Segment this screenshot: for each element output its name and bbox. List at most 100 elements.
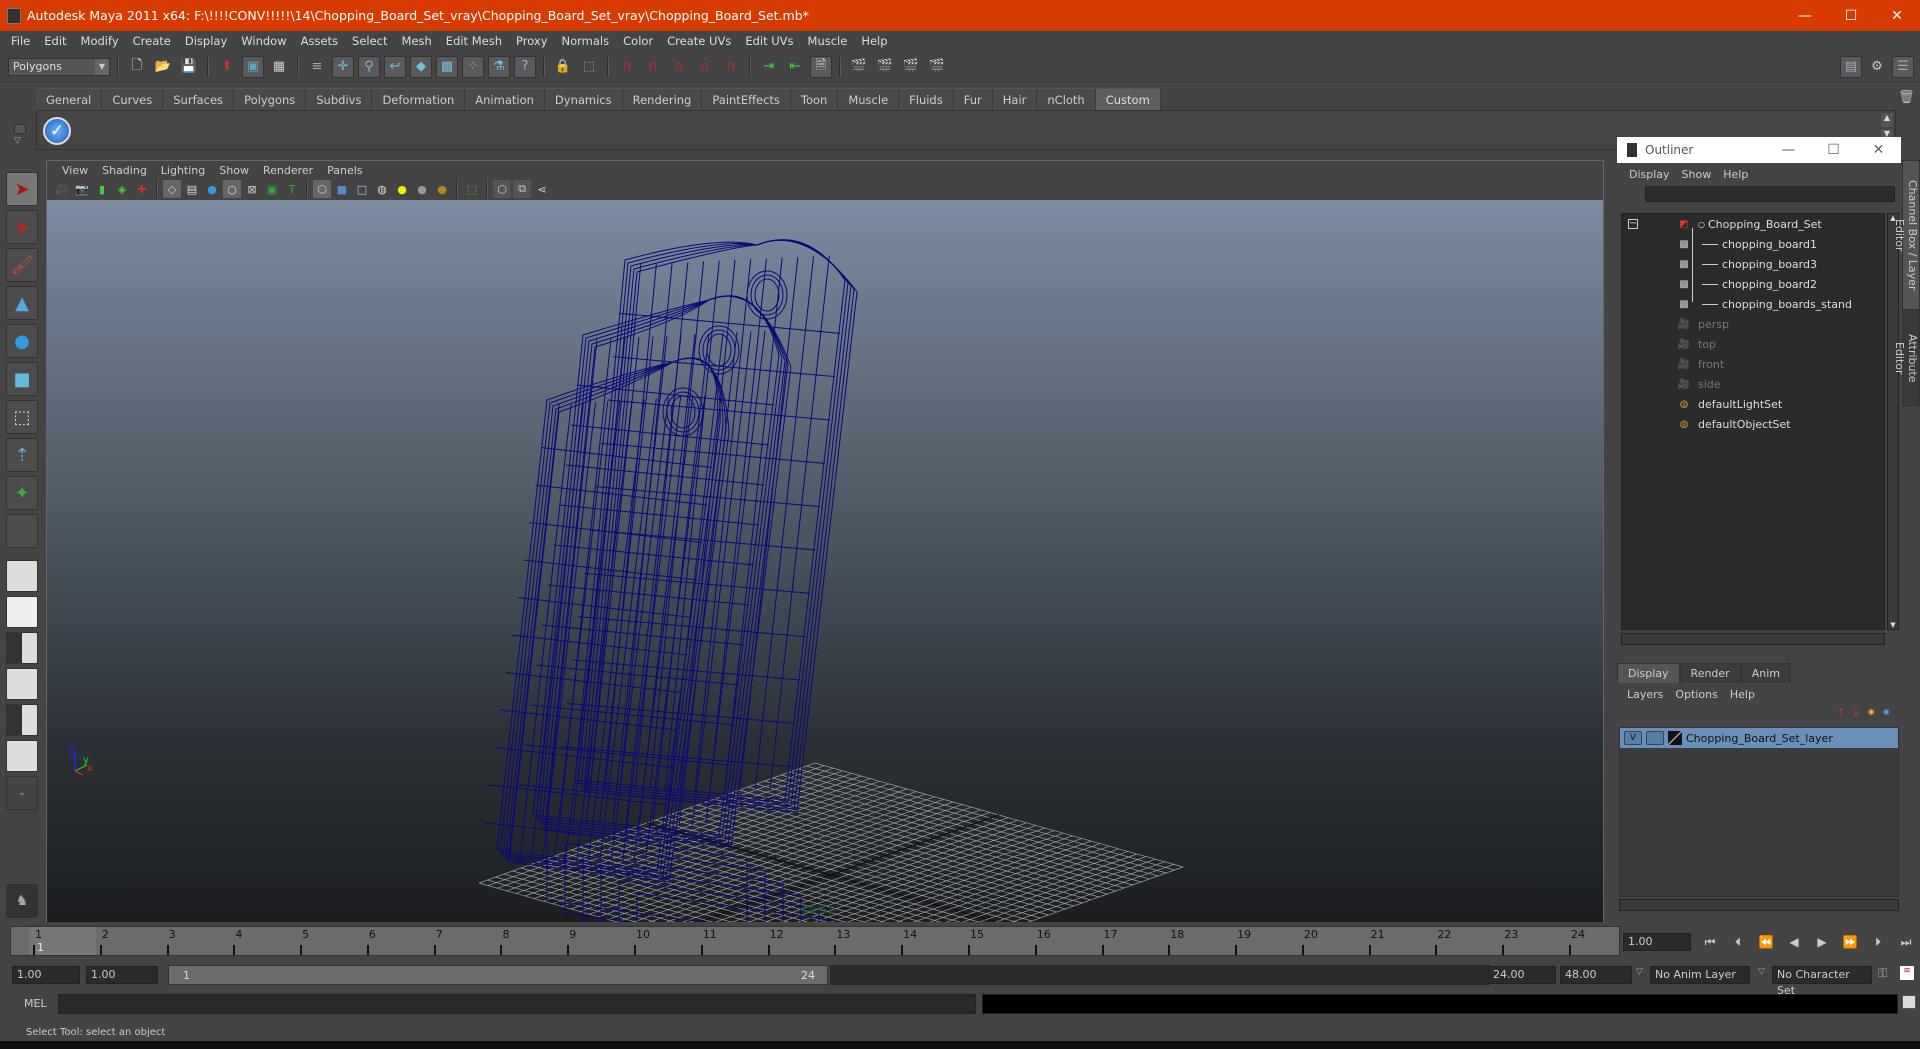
shelf-tab-fur[interactable]: Fur [953, 88, 993, 110]
minimize-button[interactable]: — [1782, 0, 1828, 31]
panel-menu-show[interactable]: Show [212, 164, 256, 177]
menu-file[interactable]: File [4, 34, 37, 48]
snap-poly-icon[interactable]: ⁘ [462, 55, 484, 78]
bookmark-icon[interactable]: ▮ [93, 180, 111, 198]
shelf-tab-rendering[interactable]: Rendering [622, 88, 703, 110]
hypershade-persp-layout-icon[interactable] [6, 704, 38, 736]
outliner-menu-help[interactable]: Help [1717, 168, 1754, 181]
play-backward-icon[interactable]: ◀ [1784, 935, 1804, 949]
layer-horizontal-scrollbar[interactable] [1619, 899, 1899, 911]
outliner-item[interactable]: 🎥 side [1622, 374, 1884, 394]
wireframe-on-shaded-icon[interactable]: □ [353, 180, 371, 198]
script-editor-icon[interactable] [1902, 995, 1916, 1009]
menu-help[interactable]: Help [854, 34, 894, 48]
step-forward-key-icon[interactable]: ⏵ [1868, 935, 1888, 950]
share-icon[interactable]: ⋖ [533, 180, 551, 198]
maximize-button[interactable]: ☐ [1828, 0, 1874, 31]
start-time-field[interactable]: 1.00 [12, 966, 80, 984]
step-back-frame-icon[interactable]: ⏪ [1756, 935, 1776, 949]
snap-point-icon[interactable]: ↩ [384, 55, 406, 78]
select-tool-icon[interactable]: ➤ [6, 172, 38, 206]
grid-toggle-icon[interactable]: ◇ [163, 180, 181, 198]
lasso-tool-icon[interactable]: ➤ [6, 210, 38, 244]
last-tool-slot[interactable] [6, 514, 38, 548]
outliner-item[interactable]: ▩ chopping_board2 [1622, 274, 1884, 294]
shelf-tab-custom[interactable]: Custom [1095, 88, 1161, 110]
attribute-editor-toggle-icon[interactable]: ▤ [1840, 55, 1862, 78]
shelf-tab-polygons[interactable]: Polygons [234, 88, 307, 110]
panel-menu-shading[interactable]: Shading [95, 164, 154, 177]
input-ops-icon[interactable]: ⇥ [758, 56, 780, 78]
time-slider[interactable]: 1 2 3 4 5 6 7 8 9 10 11 12 13 14 15 16 17 18 19 20 21 22 23 24 1 [10, 926, 1620, 956]
auto-key-icon[interactable]: ⚿ [1878, 966, 1887, 981]
command-input[interactable] [58, 994, 976, 1014]
shelf-menu-button[interactable] [14, 124, 26, 134]
new-empty-layer-icon[interactable]: ✷ [1867, 706, 1876, 723]
scale-tool-icon[interactable]: ■ [6, 362, 38, 396]
shelf-tab-fluids[interactable]: Fluids [899, 88, 954, 110]
more-layouts-icon[interactable]: ⌄ [6, 776, 38, 810]
outliner-item[interactable]: ◍ defaultLightSet [1622, 394, 1884, 414]
end-time-field[interactable]: 48.00 [1560, 966, 1632, 984]
output-ops-icon[interactable]: ⇤ [784, 56, 806, 78]
anim-layer-field[interactable]: No Anim Layer [1650, 966, 1750, 984]
outliner-menu-show[interactable]: Show [1676, 168, 1718, 181]
magnet-point-icon[interactable]: ∩ [668, 56, 690, 78]
select-component-icon[interactable]: ▦ [268, 56, 290, 78]
shadows-icon[interactable]: ● [413, 180, 431, 198]
resolution-gate-icon[interactable]: ● [203, 180, 221, 198]
trash-icon[interactable]: 🗑 [1898, 90, 1915, 105]
shelf-tab-hair[interactable]: Hair [992, 88, 1038, 110]
show-manipulator-icon[interactable]: ✦ [6, 476, 38, 510]
layer-menu-options[interactable]: Options [1669, 688, 1723, 701]
magnet-grid-icon[interactable]: ∩ [616, 56, 638, 78]
snap-grid-icon[interactable]: ✛ [332, 55, 354, 78]
shelf-tab-deformation[interactable]: Deformation [372, 88, 466, 110]
outliner-item[interactable]: ▩ chopping_board3 [1622, 254, 1884, 274]
shelf-tab-curves[interactable]: Curves [102, 88, 164, 110]
film-gate-icon[interactable]: ▤ [183, 180, 201, 198]
history-icon[interactable]: 🗎 [810, 55, 832, 78]
outliner-item[interactable]: 🎥 top [1622, 334, 1884, 354]
menu-mesh[interactable]: Mesh [395, 34, 439, 48]
outliner-persp-layout-icon[interactable] [6, 632, 38, 664]
outliner-close-button[interactable]: ✕ [1856, 142, 1901, 158]
outliner-menu-display[interactable]: Display [1623, 168, 1676, 181]
single-perspective-layout-icon[interactable] [6, 560, 38, 592]
layer-row[interactable]: V Chopping_Board_Set_layer [1620, 728, 1898, 748]
current-frame-field[interactable]: 1.00 [1623, 933, 1691, 951]
panel-menu-lighting[interactable]: Lighting [154, 164, 212, 177]
2d-pan-zoom-icon[interactable]: ✚ [133, 180, 151, 198]
smooth-shade-icon[interactable]: ■ [333, 180, 351, 198]
wireframe-icon[interactable]: ⬡ [313, 180, 331, 198]
go-to-end-icon[interactable]: ⏭ [1896, 935, 1916, 950]
shelf-scroll-up[interactable]: ▲ [1881, 113, 1893, 127]
character-set-dropdown-icon[interactable]: ▽ [1758, 967, 1765, 977]
magnet-curve-icon[interactable]: ∩ [642, 56, 664, 78]
menu-color[interactable]: Color [616, 34, 660, 48]
textured-icon[interactable]: ◍ [373, 180, 391, 198]
checkmark-icon[interactable]: ✓ [43, 117, 71, 145]
menu-proxy[interactable]: Proxy [509, 34, 555, 48]
render-view-icon[interactable]: 🎬 [848, 56, 870, 78]
command-language-label[interactable]: MEL [24, 997, 47, 1010]
shelf-tab-painteffects[interactable]: PaintEffects [702, 88, 791, 110]
layer-color-swatch[interactable] [1668, 731, 1682, 745]
open-scene-icon[interactable]: 📂 [152, 56, 174, 78]
shelf-tabs-dropdown-icon[interactable]: ▽ [14, 136, 32, 146]
range-slider[interactable]: 1 24 [168, 965, 828, 985]
3d-viewport[interactable]: z y x persp [47, 200, 1603, 922]
universal-manip-icon[interactable]: ⬚ [6, 400, 38, 434]
outliner-maximize-button[interactable]: ☐ [1811, 142, 1856, 158]
help-icon[interactable]: ? [514, 55, 536, 78]
panel-menu-view[interactable]: View [55, 164, 95, 177]
soft-mod-icon[interactable]: ⇡ [6, 438, 38, 472]
move-tool-icon[interactable]: ▲ [6, 286, 38, 320]
tab-channel-box-layer-editor[interactable]: Channel Box / Layer Editor [1893, 160, 1920, 310]
paint-select-icon[interactable]: 🖌 [6, 248, 38, 282]
shelf-tab-general[interactable]: General [36, 88, 103, 110]
menu-create[interactable]: Create [126, 34, 178, 48]
menu-window[interactable]: Window [234, 34, 293, 48]
layer-visibility-toggle[interactable]: V [1624, 731, 1642, 745]
scroll-down-icon[interactable]: ▼ [1888, 621, 1898, 629]
